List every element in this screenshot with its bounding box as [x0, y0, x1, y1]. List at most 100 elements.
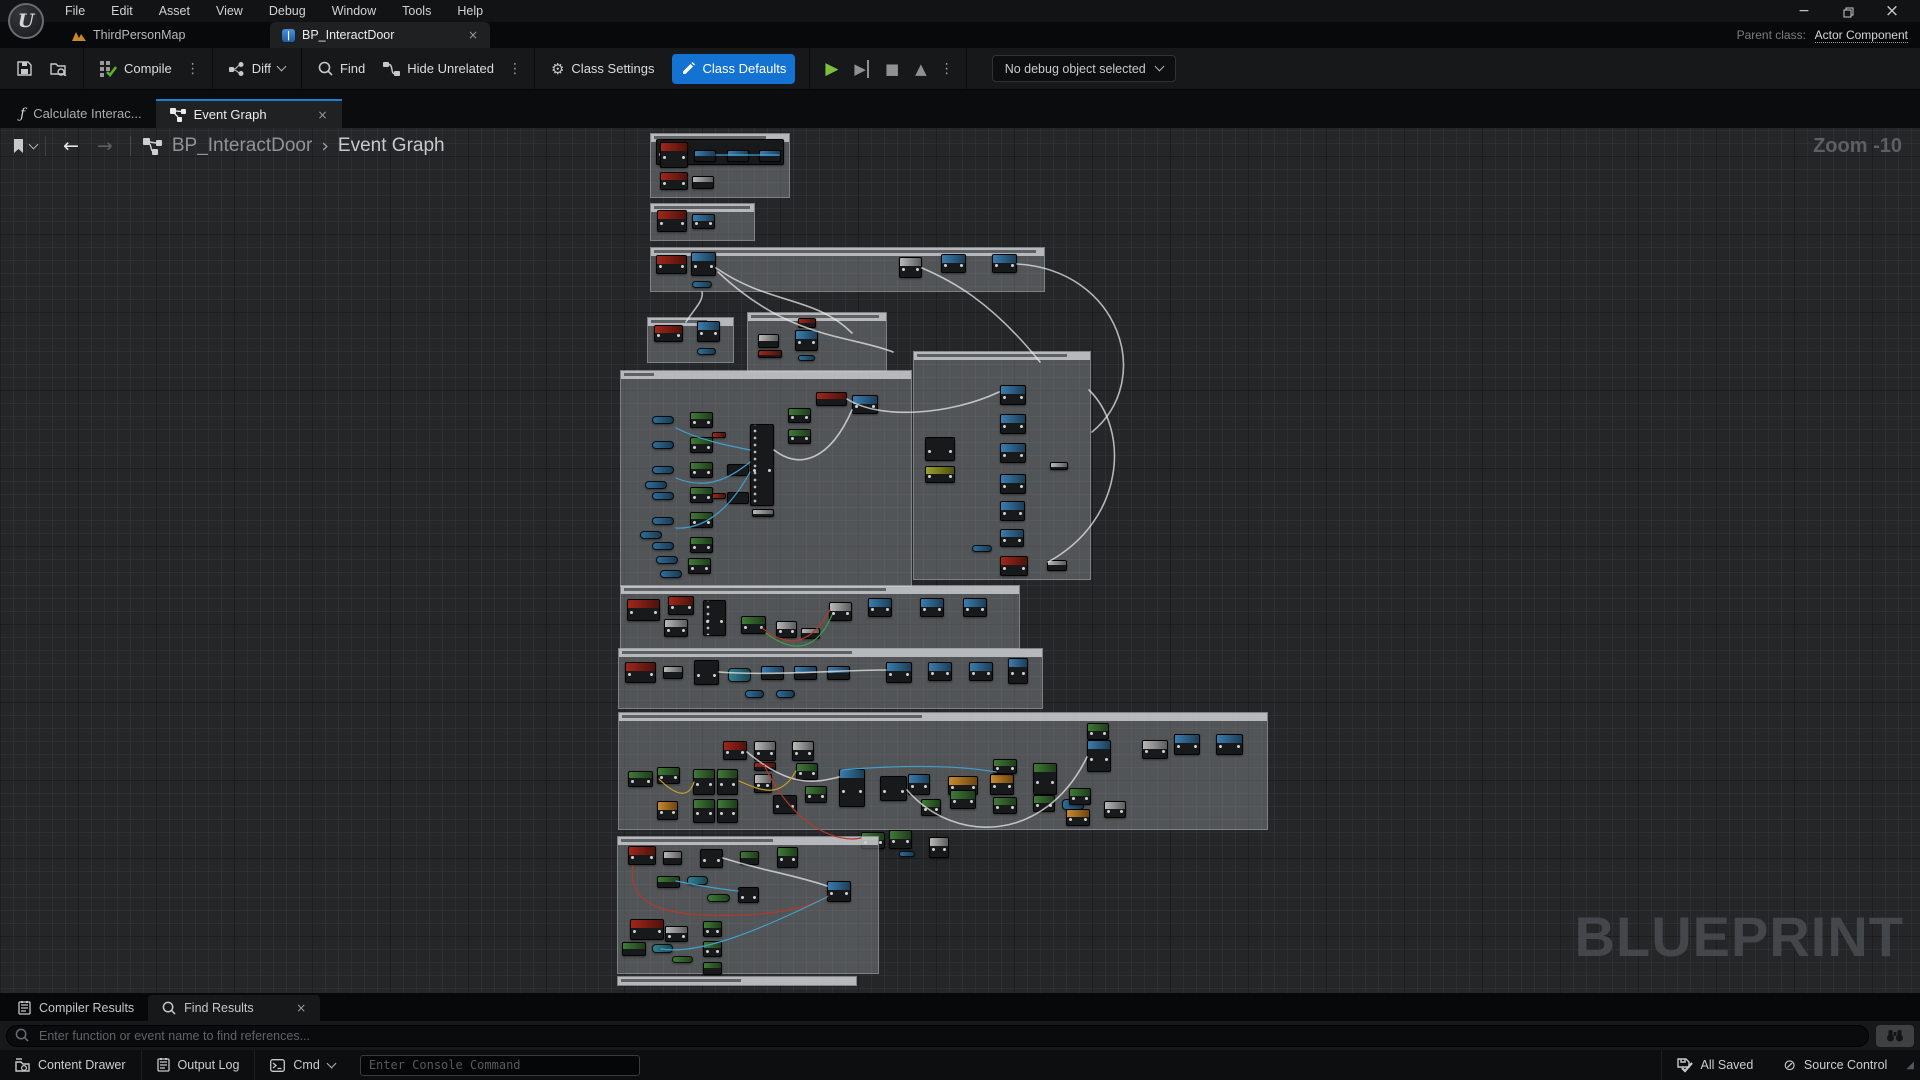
- graph-node-blue[interactable]: [1008, 658, 1028, 684]
- graph-node-bluepill[interactable]: [745, 690, 764, 698]
- graph-node-blue[interactable]: [886, 662, 912, 683]
- graph-node-green[interactable]: [657, 876, 680, 888]
- graph-node-gray[interactable]: [752, 509, 774, 517]
- graph-node-bluepill[interactable]: [652, 542, 674, 550]
- graph-node-bluepill[interactable]: [972, 545, 992, 552]
- graph-node-dark[interactable]: [738, 887, 759, 903]
- graph-node-red[interactable]: [656, 255, 687, 274]
- graph-node-bluepill[interactable]: [692, 281, 712, 288]
- graph-node-blue[interactable]: [868, 598, 892, 617]
- graph-node-green[interactable]: [688, 558, 711, 574]
- graph-node-green[interactable]: [690, 412, 713, 428]
- graph-node-dark[interactable]: [727, 492, 749, 504]
- graph-node-gray[interactable]: [754, 741, 776, 761]
- graph-node-gray[interactable]: [663, 851, 682, 865]
- menu-item-window[interactable]: Window: [319, 0, 389, 22]
- menu-item-view[interactable]: View: [203, 0, 256, 22]
- graph-node-dark[interactable]: [700, 849, 723, 868]
- graph-node-gray[interactable]: [1142, 740, 1168, 759]
- graph-node-blue[interactable]: [1000, 501, 1025, 521]
- graph-node-blue[interactable]: [1000, 529, 1024, 547]
- frame-skip-button[interactable]: ▶: [846, 60, 877, 78]
- graph-node-blue[interactable]: [1216, 734, 1243, 755]
- tab-calculate-interaction[interactable]: ƒ Calculate Interac...: [6, 99, 156, 128]
- graph-node-orange[interactable]: [1066, 809, 1090, 826]
- graph-node-gray[interactable]: [758, 334, 779, 348]
- close-button[interactable]: ×: [1870, 0, 1914, 22]
- graph-node-blue[interactable]: [697, 321, 720, 342]
- comment-title-bar[interactable]: [619, 649, 1042, 657]
- graph-node-blue[interactable]: [963, 598, 987, 617]
- content-drawer-button[interactable]: Content Drawer: [0, 1050, 141, 1080]
- graph-node-blue[interactable]: [1000, 414, 1026, 434]
- graph-node-green[interactable]: [993, 797, 1017, 814]
- graph-node-dark[interactable]: [880, 776, 907, 801]
- graph-node-green[interactable]: [622, 942, 646, 956]
- graph-node-red[interactable]: [1000, 556, 1028, 576]
- class-defaults-button[interactable]: Class Defaults: [672, 54, 796, 84]
- play-options-kebab[interactable]: ⋮: [935, 61, 959, 77]
- graph-node-red[interactable]: [798, 318, 816, 328]
- graph-node-red[interactable]: [754, 762, 776, 771]
- graph-node-red[interactable]: [657, 210, 687, 232]
- graph-node-green[interactable]: [889, 830, 912, 849]
- minimize-button[interactable]: −: [1782, 0, 1826, 22]
- graph-node-green[interactable]: [693, 769, 715, 795]
- graph-node-blue[interactable]: [1000, 385, 1026, 405]
- graph-node-gray[interactable]: [1047, 560, 1067, 571]
- graph-node-bluepill[interactable]: [697, 348, 716, 355]
- graph-node-red[interactable]: [712, 493, 726, 499]
- graph-node-red[interactable]: [628, 846, 656, 865]
- graph-node-bluepill[interactable]: [640, 531, 662, 539]
- comment-box[interactable]: [618, 712, 1268, 830]
- graph-node-green[interactable]: [805, 786, 827, 803]
- graph-node-green[interactable]: [1033, 795, 1055, 812]
- graph-node-green[interactable]: [657, 767, 680, 784]
- comment-title-bar[interactable]: [621, 586, 1019, 594]
- graph-node-blue[interactable]: [794, 666, 817, 680]
- graph-node-bluepill[interactable]: [798, 355, 815, 361]
- graph-node-dark[interactable]: [750, 424, 774, 506]
- graph-node-greenpill[interactable]: [672, 956, 693, 963]
- graph-node-gray[interactable]: [1050, 462, 1068, 470]
- graph-node-blue[interactable]: [1000, 474, 1026, 494]
- graph-node-bluepill[interactable]: [776, 690, 795, 698]
- graph-node-green[interactable]: [921, 799, 941, 816]
- graph-node-green[interactable]: [717, 769, 738, 795]
- graph-node-gray[interactable]: [801, 628, 820, 639]
- bookmark-icon[interactable]: [12, 138, 37, 154]
- graph-node-red[interactable]: [758, 350, 782, 358]
- graph-node-green[interactable]: [993, 759, 1017, 774]
- graph-node-green[interactable]: [1033, 763, 1057, 795]
- debug-object-dropdown[interactable]: No debug object selected: [992, 55, 1176, 82]
- close-tab-icon[interactable]: ×: [296, 1001, 306, 1015]
- graph-node-blue[interactable]: [827, 881, 851, 902]
- graph-node-orange[interactable]: [990, 774, 1014, 795]
- graph-node-blue[interactable]: [941, 254, 966, 273]
- graph-node-gray[interactable]: [792, 741, 814, 761]
- tab-thirdpersonmap[interactable]: ThirdPersonMap: [60, 22, 197, 48]
- graph-node-blue[interactable]: [839, 769, 865, 807]
- global-find-button[interactable]: [1876, 1025, 1914, 1047]
- comment-title-bar[interactable]: [619, 713, 1267, 721]
- graph-node-red[interactable]: [712, 432, 726, 438]
- graph-node-bluepill[interactable]: [652, 517, 674, 525]
- graph-node-gray[interactable]: [829, 602, 852, 621]
- graph-node-dark[interactable]: [727, 464, 749, 476]
- graph-node-dark[interactable]: [703, 600, 726, 636]
- graph-node-gray[interactable]: [664, 619, 688, 637]
- comment-title-bar[interactable]: [621, 371, 911, 379]
- graph-node-bluepill[interactable]: [652, 416, 674, 424]
- graph-node-dark[interactable]: [694, 660, 719, 685]
- graph-node-green[interactable]: [717, 799, 738, 823]
- graph-node-gray[interactable]: [1104, 801, 1126, 818]
- graph-node-gray[interactable]: [663, 666, 683, 679]
- comment-title-bar[interactable]: [914, 352, 1090, 360]
- graph-node-bluepill[interactable]: [656, 556, 678, 564]
- graph-node-green[interactable]: [690, 537, 713, 553]
- graph-node-red[interactable]: [625, 662, 656, 683]
- console-command-input[interactable]: [360, 1055, 640, 1076]
- stop-button[interactable]: ■: [877, 60, 907, 78]
- graph-node-teal[interactable]: [652, 944, 673, 953]
- graph-node-green[interactable]: [703, 962, 722, 975]
